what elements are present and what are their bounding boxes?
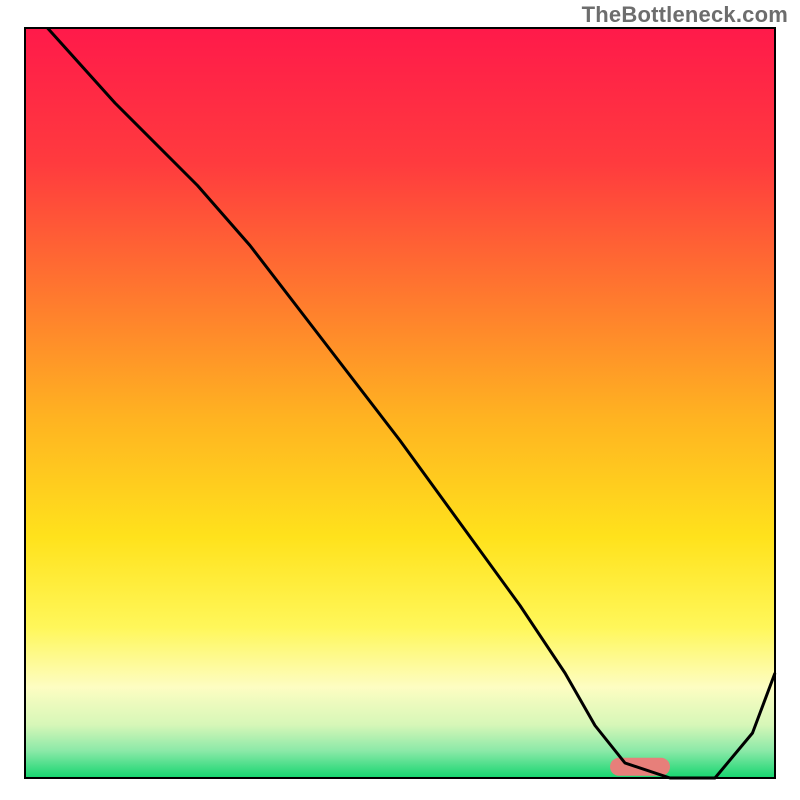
watermark-text: TheBottleneck.com: [582, 2, 788, 28]
chart-container: TheBottleneck.com: [0, 0, 800, 800]
chart-svg: [0, 0, 800, 800]
plot-background: [26, 29, 774, 777]
